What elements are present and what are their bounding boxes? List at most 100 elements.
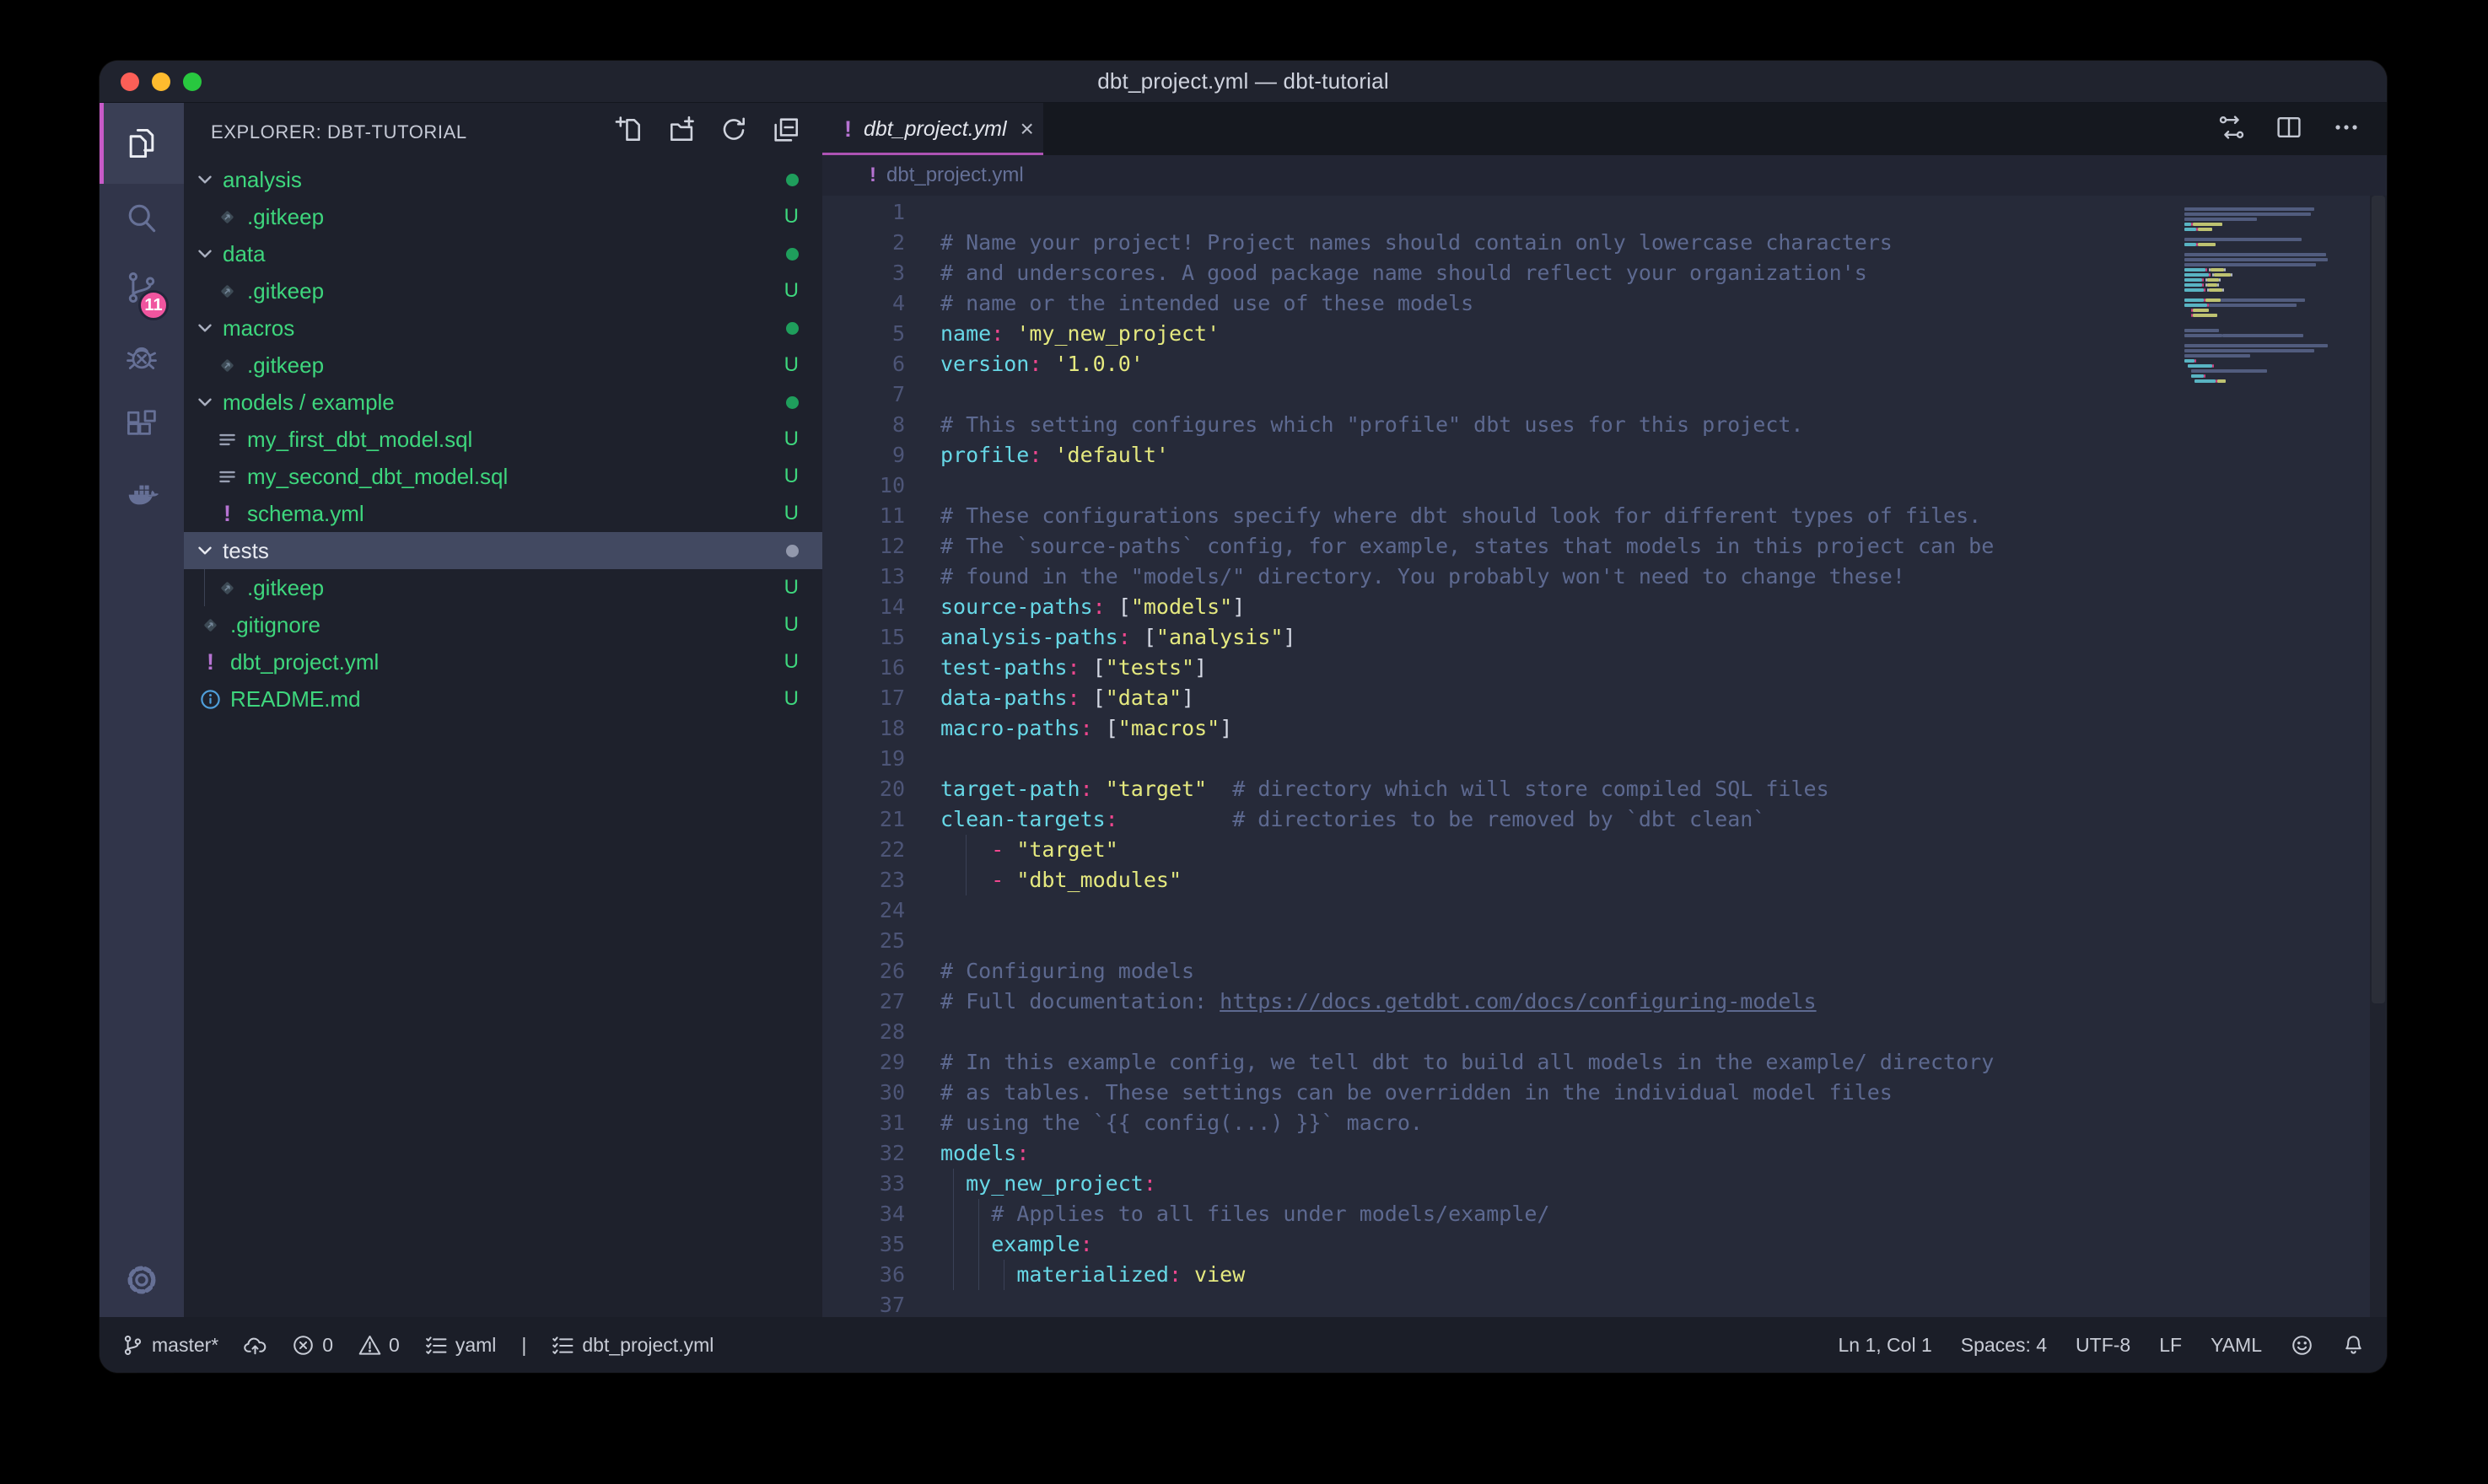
tree-item-gitkeep[interactable]: .gitkeepU — [184, 272, 822, 309]
status-publish[interactable] — [244, 1334, 267, 1357]
status-indentation[interactable]: Spaces: 4 — [1961, 1334, 2047, 1357]
yaml-icon: ! — [199, 651, 222, 674]
activity-item-explorer[interactable] — [100, 103, 184, 184]
git-icon — [216, 577, 239, 600]
line-number: 27 — [822, 987, 905, 1017]
split-editor-button[interactable] — [2275, 114, 2302, 145]
tree-item-data[interactable]: data — [184, 235, 822, 272]
status-feedback[interactable] — [2291, 1334, 2313, 1357]
code-line-1: 1 — [822, 197, 2387, 228]
status-linter-file[interactable]: dbt_project.yml — [552, 1334, 714, 1357]
activity-item-debug[interactable] — [100, 322, 184, 391]
code-line-25: 25 — [822, 926, 2387, 956]
status-linter-yaml[interactable]: yaml — [425, 1334, 497, 1357]
tab-dbt-project-yml[interactable]: ! dbt_project.yml × — [822, 103, 1043, 155]
tree-item-gitkeep[interactable]: .gitkeep U — [184, 569, 822, 606]
line-number: 32 — [822, 1138, 905, 1169]
line-number: 12 — [822, 531, 905, 562]
line-number: 36 — [822, 1260, 905, 1290]
activity-item-settings[interactable] — [122, 1261, 161, 1304]
line-number: 30 — [822, 1078, 905, 1108]
activity-item-docker[interactable] — [100, 460, 184, 530]
compare-editor-button[interactable] — [2218, 114, 2245, 145]
breadcrumb[interactable]: ! dbt_project.yml — [822, 155, 2387, 196]
code-line-34: 34 # Applies to all files under models/e… — [822, 1199, 2387, 1229]
tree-item-schema-yml[interactable]: !schema.ymlU — [184, 495, 822, 532]
tree-item-tests[interactable]: tests — [184, 532, 822, 569]
status-left: master*00yaml|dbt_project.yml — [121, 1334, 714, 1357]
tree-item-readme-md[interactable]: README.mdU — [184, 680, 822, 718]
tree-item-models-example[interactable]: models / example — [184, 384, 822, 421]
sidebar-explorer: EXPLORER: DBT-TUTORIAL analysis.gitkeepU… — [184, 103, 822, 1317]
status-warnings[interactable]: 0 — [358, 1334, 400, 1357]
tree-item-my-first-dbt-model-sql[interactable]: my_first_dbt_model.sqlU — [184, 421, 822, 458]
git-status-badge: U — [784, 650, 799, 674]
activity-item-search[interactable] — [100, 184, 184, 253]
line-number: 23 — [822, 865, 905, 895]
traffic-light-close[interactable] — [121, 73, 139, 91]
tree-item-gitkeep[interactable]: .gitkeepU — [184, 347, 822, 384]
git-icon — [216, 280, 239, 303]
line-number: 21 — [822, 804, 905, 835]
activity-item-extensions[interactable] — [100, 391, 184, 460]
traffic-light-minimize[interactable] — [152, 73, 170, 91]
status-cursor-position-label: Ln 1, Col 1 — [1839, 1334, 1932, 1357]
line-number: 33 — [822, 1169, 905, 1199]
refresh-button[interactable] — [719, 116, 748, 148]
git-status-badge: U — [784, 465, 799, 488]
status-eol-label: LF — [2159, 1334, 2182, 1357]
bell-icon — [2342, 1334, 2365, 1357]
minimap[interactable] — [2184, 202, 2366, 390]
folder-modified-dot — [786, 174, 799, 186]
line-number: 6 — [822, 349, 905, 379]
main-area: 11 EXPLORER: DBT-TUTORIAL analysis.gitke… — [100, 103, 2387, 1317]
status-eol[interactable]: LF — [2159, 1334, 2182, 1357]
scrollbar-thumb[interactable] — [2372, 196, 2385, 1003]
tree-item-analysis[interactable]: analysis — [184, 161, 822, 198]
status-errors[interactable]: 0 — [292, 1334, 333, 1357]
status-encoding[interactable]: UTF-8 — [2076, 1334, 2130, 1357]
line-number: 10 — [822, 470, 905, 501]
status-git-branch-label: master* — [152, 1334, 218, 1357]
tree-item-label: .gitkeep — [247, 278, 324, 304]
tree-item-gitkeep[interactable]: .gitkeepU — [184, 198, 822, 235]
code-line-8: 8# This setting configures which "profil… — [822, 410, 2387, 440]
traffic-light-zoom[interactable] — [183, 73, 202, 91]
git-status-badge: U — [784, 576, 799, 600]
editor-scrollbar[interactable] — [2370, 196, 2387, 1317]
code-line-22: 22 - "target" — [822, 835, 2387, 865]
more-editor-button[interactable] — [2333, 114, 2360, 145]
list-check-icon — [425, 1334, 448, 1357]
editor-actions — [2218, 103, 2387, 155]
chevron-down-icon — [194, 540, 216, 562]
new-file-button[interactable] — [615, 116, 644, 148]
code-line-14: 14source-paths: ["models"] — [822, 592, 2387, 622]
code-line-9: 9profile: 'default' — [822, 440, 2387, 470]
error-icon — [292, 1334, 315, 1357]
activity-item-source-control[interactable]: 11 — [100, 253, 184, 322]
code-line-11: 11# These configurations specify where d… — [822, 501, 2387, 531]
git-icon — [199, 614, 222, 637]
tree-item-my-second-dbt-model-sql[interactable]: my_second_dbt_model.sqlU — [184, 458, 822, 495]
explorer-icon — [123, 125, 160, 162]
tree-item-macros[interactable]: macros — [184, 309, 822, 347]
code-editor[interactable]: 12# Name your project! Project names sho… — [822, 196, 2387, 1317]
more-icon — [2333, 114, 2360, 141]
status-notifications[interactable] — [2342, 1334, 2365, 1357]
tree-item-dbt-project-yml[interactable]: !dbt_project.ymlU — [184, 643, 822, 680]
activity-bar: 11 — [100, 103, 184, 1317]
file-tree: analysis .gitkeep Udata .gitkeep Umacros .git… — [184, 161, 822, 1317]
status-git-branch[interactable]: master* — [121, 1334, 218, 1357]
collapse-all-button[interactable] — [772, 116, 800, 148]
code-line-20: 20target-path: "target" # directory whic… — [822, 774, 2387, 804]
line-number: 25 — [822, 926, 905, 956]
tab-close-icon[interactable]: × — [1021, 117, 1034, 141]
tree-item-gitignore[interactable]: .gitignoreU — [184, 606, 822, 643]
status-cursor-position[interactable]: Ln 1, Col 1 — [1839, 1334, 1932, 1357]
new-folder-button[interactable] — [667, 116, 696, 148]
indent-guide — [978, 1229, 979, 1260]
status-language-mode[interactable]: YAML — [2211, 1334, 2262, 1357]
titlebar[interactable]: dbt_project.yml — dbt-tutorial — [100, 61, 2387, 103]
tree-item-label: .gitkeep — [247, 575, 324, 601]
tree-item-label: data — [223, 241, 266, 267]
